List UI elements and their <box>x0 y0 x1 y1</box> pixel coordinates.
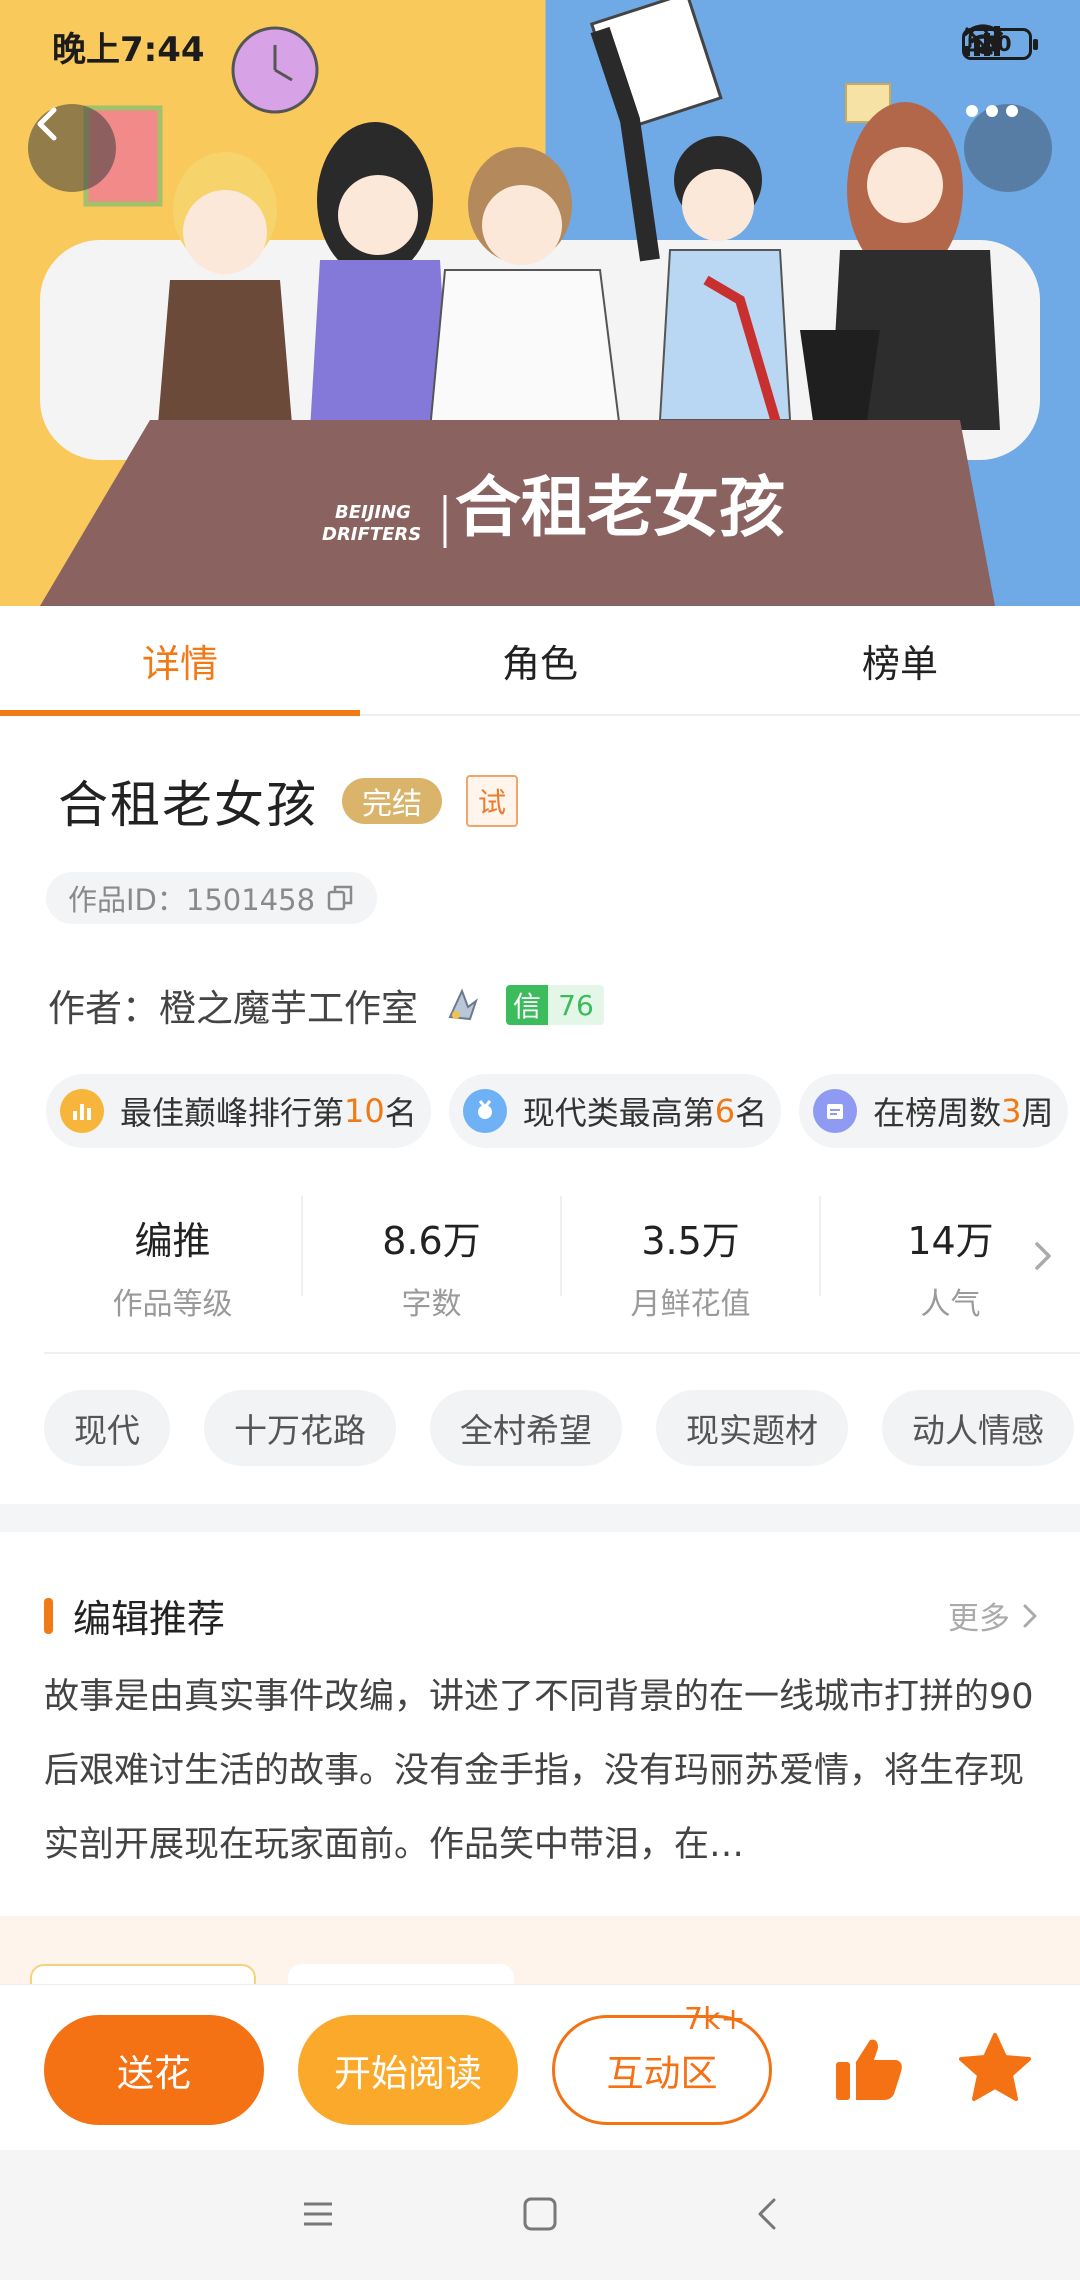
chevron-right-icon <box>1023 1604 1037 1627</box>
stat-popularity-value: 14万 <box>907 1219 994 1263</box>
thumbs-up-icon[interactable] <box>834 2036 904 2102</box>
interaction-count-badge: 7k+ <box>684 2002 746 2037</box>
editor-recommend-header: 编辑推荐 更多 <box>44 1588 1040 1643</box>
more-link[interactable]: 更多 <box>948 1593 1040 1638</box>
rank-category-prefix: 现代类最高第 <box>522 1094 715 1132</box>
book-title: 合租老女孩 <box>58 776 318 834</box>
rank-peak-prefix: 最佳巅峰排行第 <box>120 1094 345 1132</box>
tag-item[interactable]: 现代 <box>44 1390 170 1466</box>
bar-chart-icon <box>60 1089 104 1133</box>
stat-popularity-label: 人气 <box>920 1287 981 1322</box>
tab-characters[interactable]: 角色 <box>360 606 720 714</box>
detail-tabs: 详情 角色 榜单 <box>0 606 1080 716</box>
author-name: 作者：橙之魔芋工作室 <box>48 987 418 1030</box>
more-link-label: 更多 <box>948 1601 1010 1637</box>
send-flower-button[interactable]: 送花 <box>44 2015 264 2125</box>
chevron-right-icon[interactable] <box>1028 1236 1058 1276</box>
next-section-peek <box>0 1916 1080 2004</box>
rank-category-number: 6 <box>714 1092 736 1130</box>
rank-weeks-number: 3 <box>1001 1092 1022 1130</box>
stat-monthly-flowers: 3.5万 月鲜花值 <box>562 1196 822 1322</box>
stat-monthly-flowers-value: 3.5万 <box>641 1219 740 1263</box>
star-icon[interactable] <box>958 2032 1032 2104</box>
editor-recommend-title: 编辑推荐 <box>73 1597 226 1641</box>
tab-details[interactable]: 详情 <box>0 606 360 716</box>
stat-level-value: 编推 <box>134 1219 211 1263</box>
cover-image: BEIJING DRIFTERS 合租老女孩 晚上7:44 50 <box>0 0 1080 606</box>
section-divider <box>0 1504 1080 1532</box>
author-level-icon <box>448 988 478 1021</box>
stats-row[interactable]: 编推 作品等级 8.6万 字数 3.5万 月鲜花值 14万 人气 <box>44 1196 1080 1354</box>
back-nav-icon[interactable] <box>748 2194 788 2234</box>
chevron-left-icon <box>37 107 57 141</box>
tag-item[interactable]: 全村希望 <box>430 1390 622 1466</box>
rank-badge-category[interactable]: 现代类最高第 6 名 <box>448 1074 782 1148</box>
stat-word-count-value: 8.6万 <box>382 1219 481 1263</box>
stat-monthly-flowers-label: 月鲜花值 <box>630 1287 751 1322</box>
start-reading-button[interactable]: 开始阅读 <box>298 2015 518 2125</box>
rank-badge-weeks[interactable]: 在榜周数 3 周 <box>799 1074 1068 1148</box>
cover-logo-en-1: BEIJING <box>335 502 411 523</box>
more-button[interactable] <box>964 104 1052 192</box>
stat-word-count: 8.6万 字数 <box>303 1196 563 1322</box>
section-accent-bar <box>44 1597 53 1634</box>
tag-item[interactable]: 现实题材 <box>656 1390 848 1466</box>
rank-badges: 最佳巅峰排行第 10 名 现代类最高第 6 名 在榜周数 3 周 <box>46 1074 1068 1148</box>
title-row: 合租老女孩 完结 试 <box>58 765 518 837</box>
battery-icon: 50 <box>962 28 1038 60</box>
menu-icon[interactable] <box>298 2194 338 2234</box>
trial-badge: 试 <box>466 775 518 827</box>
tag-list: 现代 十万花路 全村希望 现实题材 动人情感 <box>44 1390 1074 1466</box>
stat-level: 编推 作品等级 <box>44 1196 304 1322</box>
rank-peak-number: 10 <box>344 1092 385 1130</box>
status-time: 晚上7:44 <box>52 30 205 70</box>
calendar-icon <box>813 1089 858 1133</box>
tag-item[interactable]: 动人情感 <box>882 1390 1074 1466</box>
back-button[interactable] <box>28 104 116 192</box>
status-badge: 完结 <box>342 778 442 824</box>
system-nav-bar <box>0 2150 1080 2280</box>
credit-label: 信 <box>506 985 548 1025</box>
book-id-pill[interactable]: 作品ID：1501458 <box>46 872 378 924</box>
credit-score-badge: 信 76 <box>506 985 604 1025</box>
author-row[interactable]: 作者：橙之魔芋工作室 信 76 <box>48 978 604 1032</box>
rank-category-suffix: 名 <box>735 1094 768 1132</box>
more-dots-icon <box>966 105 1018 117</box>
credit-value: 76 <box>548 985 604 1025</box>
rank-badge-peak[interactable]: 最佳巅峰排行第 10 名 <box>46 1074 431 1148</box>
status-bar: 晚上7:44 50 <box>0 0 1080 88</box>
home-icon[interactable] <box>520 2194 560 2234</box>
book-id-text: 作品ID：1501458 <box>68 883 316 917</box>
rank-weeks-prefix: 在榜周数 <box>873 1094 1002 1132</box>
tag-item[interactable]: 十万花路 <box>204 1390 396 1466</box>
editor-recommend-text: 故事是由真实事件改编，讲述了不同背景的在一线城市打拼的90后艰难讨生活的故事。没… <box>44 1677 1034 1865</box>
stat-word-count-label: 字数 <box>401 1287 462 1322</box>
cover-logo-en-2: DRIFTERS <box>322 524 421 545</box>
cover-illustration: BEIJING DRIFTERS 合租老女孩 <box>40 0 1040 606</box>
medal-icon <box>462 1089 507 1133</box>
stat-level-label: 作品等级 <box>112 1287 233 1322</box>
rank-peak-suffix: 名 <box>384 1094 417 1132</box>
copy-icon[interactable] <box>325 883 355 913</box>
tab-rankings[interactable]: 榜单 <box>720 606 1080 714</box>
cover-title-art: 合租老女孩 <box>455 469 785 546</box>
rank-weeks-suffix: 周 <box>1021 1094 1054 1132</box>
bottom-action-bar: 送花 开始阅读 互动区 <box>0 1984 1080 2150</box>
